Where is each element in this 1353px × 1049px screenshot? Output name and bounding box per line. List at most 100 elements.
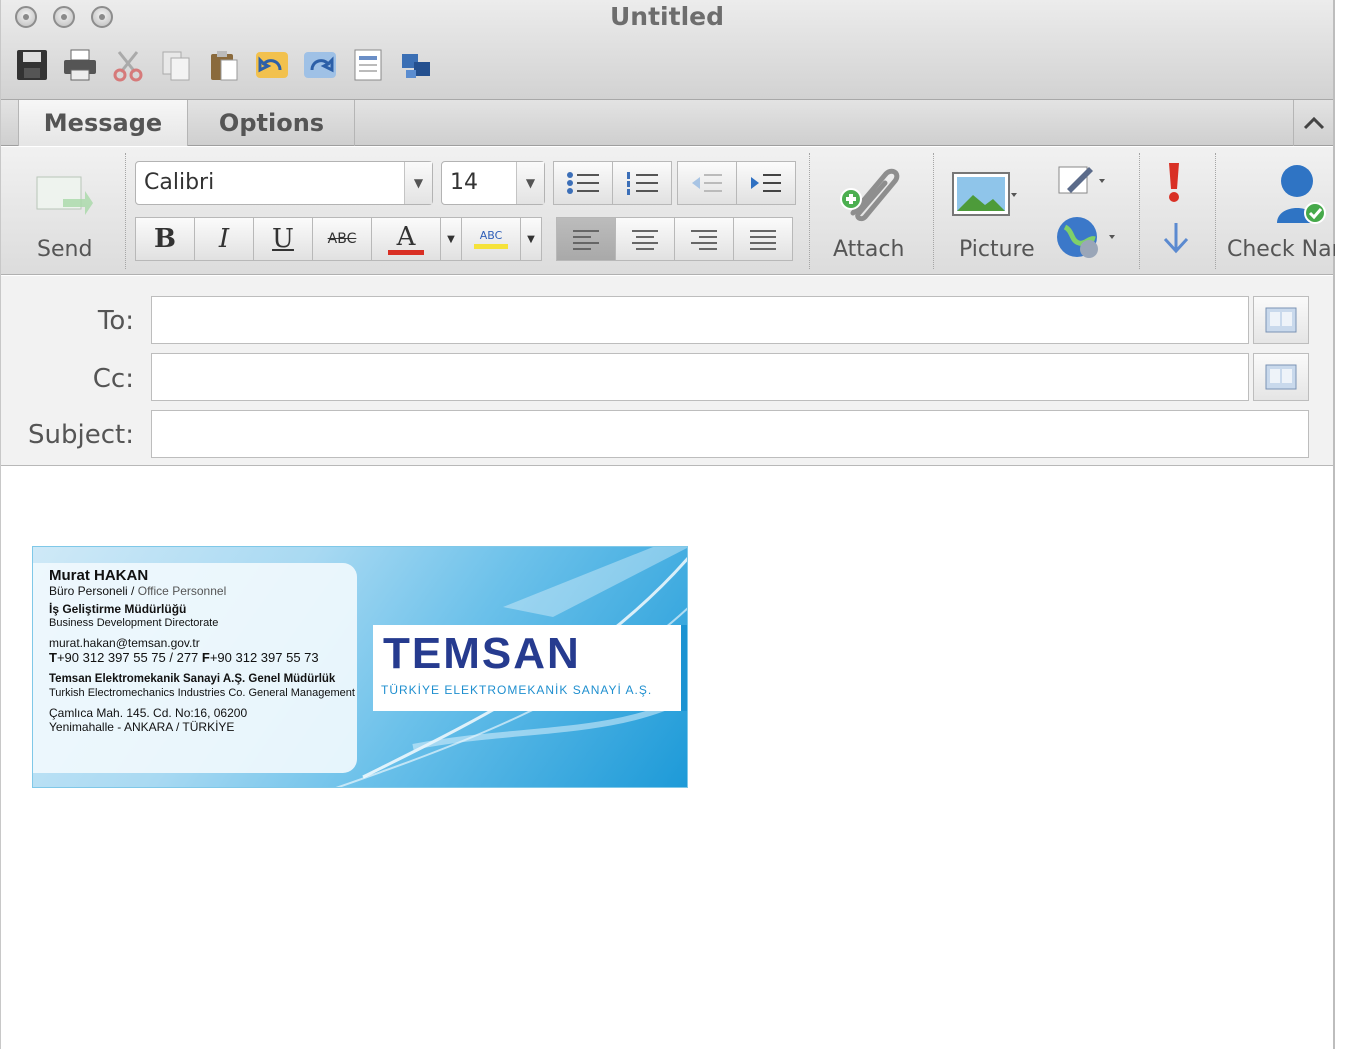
cc-field[interactable] — [151, 353, 1249, 401]
justify-icon — [750, 230, 776, 250]
send-icon — [36, 176, 93, 215]
list-buttons — [553, 161, 796, 205]
font-size-select[interactable]: 14 ▼ — [441, 161, 545, 205]
italic-label: I — [218, 224, 230, 254]
font-color-swatch — [388, 249, 424, 255]
cc-label: Cc: — [92, 364, 134, 394]
justify-button[interactable] — [733, 217, 793, 261]
chevron-up-icon — [1303, 116, 1324, 130]
exclamation-icon — [1169, 163, 1179, 202]
font-name-select[interactable]: Calibri ▼ — [135, 161, 433, 205]
paste-icon[interactable] — [205, 46, 243, 84]
logo-wordmark: TEMSAN — [383, 629, 581, 678]
redo-icon[interactable] — [301, 46, 339, 84]
subject-field[interactable] — [151, 410, 1309, 458]
cut-icon[interactable] — [109, 46, 147, 84]
bullet-list-button[interactable] — [553, 161, 613, 205]
sig-name: Murat HAKAN — [49, 567, 149, 584]
align-left-icon — [573, 230, 599, 250]
check-names-label: Check Nar — [1227, 237, 1335, 262]
sig-fax: +90 312 397 55 73 — [209, 650, 319, 665]
sig-title-en: Office Personnel — [137, 584, 227, 598]
address-book-icon — [1265, 364, 1297, 390]
sig-title-sep: / — [127, 584, 138, 598]
low-priority-button[interactable] — [1161, 219, 1195, 259]
underline-button[interactable]: U — [253, 217, 313, 261]
font-name-value: Calibri — [144, 170, 215, 195]
highlight-dropdown[interactable]: ▼ — [520, 217, 542, 261]
group-divider — [1215, 153, 1216, 269]
person-check-icon — [1277, 165, 1326, 224]
sig-address-1: Çamlıca Mah. 145. Cd. No:16, 06200 — [49, 706, 248, 720]
copy-icon[interactable] — [157, 46, 195, 84]
signature-contact-info: Murat HAKAN Büro Personeli / Office Pers… — [49, 567, 355, 734]
quick-access-toolbar — [13, 46, 435, 84]
underline-label: U — [272, 224, 294, 254]
to-address-book-button[interactable] — [1253, 296, 1309, 344]
sig-title: Büro Personeli / Office Personnel — [49, 584, 355, 598]
picture-button[interactable]: Picture — [949, 161, 1039, 267]
hyperlink-button[interactable] — [1055, 213, 1125, 263]
highlight-button[interactable]: ABC — [461, 217, 521, 261]
alignment-buttons — [556, 217, 793, 261]
signature-button[interactable] — [1055, 163, 1115, 203]
undo-icon[interactable] — [253, 46, 291, 84]
sig-department-en: Business Development Directorate — [49, 617, 219, 629]
numbered-list-button[interactable] — [612, 161, 672, 205]
tab-options[interactable]: Options — [189, 100, 355, 146]
increase-indent-button[interactable] — [736, 161, 796, 205]
highlight-swatch — [474, 244, 508, 249]
check-names-button[interactable]: Check Nar — [1225, 159, 1335, 269]
address-book-icon — [1265, 307, 1297, 333]
bullet-list-icon — [567, 172, 599, 194]
save-icon[interactable] — [13, 46, 51, 84]
align-center-button[interactable] — [615, 217, 675, 261]
ribbon: Send Calibri ▼ 14 ▼ B I U ABC A ▼ ABC ▼ … — [1, 147, 1335, 275]
attach-label: Attach — [833, 237, 905, 262]
group-divider — [933, 153, 934, 269]
to-field[interactable] — [151, 296, 1249, 344]
bold-label: B — [154, 224, 176, 254]
sig-fax-prefix: F — [201, 650, 210, 665]
attach-button[interactable]: Attach — [827, 159, 911, 267]
sig-phone-prefix: T — [49, 650, 57, 665]
font-color-button[interactable]: A — [371, 217, 441, 261]
insert-icon[interactable] — [349, 46, 387, 84]
media-browser-icon[interactable] — [397, 46, 435, 84]
font-color-label: A — [396, 221, 416, 252]
print-icon[interactable] — [61, 46, 99, 84]
subject-label: Subject: — [28, 420, 134, 450]
high-priority-button[interactable] — [1159, 161, 1193, 205]
sig-department-tr: İş Geliştirme Müdürlüğü — [49, 602, 187, 616]
italic-button[interactable]: I — [194, 217, 254, 261]
align-right-button[interactable] — [674, 217, 734, 261]
font-color-dropdown[interactable]: ▼ — [440, 217, 462, 261]
increase-indent-icon — [751, 174, 781, 192]
send-button[interactable]: Send — [27, 167, 99, 267]
decrease-indent-icon — [692, 174, 722, 192]
pen-icon — [1058, 166, 1105, 194]
chevron-down-icon: ▼ — [516, 162, 544, 204]
align-left-button[interactable] — [556, 217, 616, 261]
strikethrough-button[interactable]: ABC — [312, 217, 372, 261]
sig-company-tr: Temsan Elektromekanik Sanayi A.Ş. Genel … — [49, 673, 336, 685]
tab-message[interactable]: Message — [18, 100, 188, 146]
collapse-ribbon-button[interactable] — [1293, 100, 1333, 146]
logo-accent-bar — [681, 625, 687, 711]
window-title: Untitled — [610, 2, 724, 31]
bold-button[interactable]: B — [135, 217, 195, 261]
sig-email[interactable]: murat.hakan@temsan.gov.tr — [49, 636, 355, 650]
ribbon-tabs: Message Options — [1, 100, 1333, 146]
temsan-logo: TEMSAN TÜRKİYE ELEKTROMEKANİK SANAYİ A.Ş… — [373, 625, 681, 711]
cc-address-book-button[interactable] — [1253, 353, 1309, 401]
sig-phone-line: T+90 312 397 55 75 / 277 F+90 312 397 55… — [49, 650, 355, 666]
picture-icon — [952, 172, 1017, 216]
numbered-list-icon — [627, 172, 658, 195]
decrease-indent-button[interactable] — [677, 161, 737, 205]
logo-tagline: TÜRKİYE ELEKTROMEKANİK SANAYİ A.Ş. — [381, 683, 653, 697]
strikethrough-label: ABC — [327, 231, 357, 247]
sig-company-en: Turkish Electromechanics Industries Co. … — [49, 687, 355, 699]
align-center-icon — [632, 230, 658, 250]
sig-phone: +90 312 397 55 75 / 277 — [56, 650, 202, 665]
arrow-down-icon — [1163, 223, 1189, 254]
